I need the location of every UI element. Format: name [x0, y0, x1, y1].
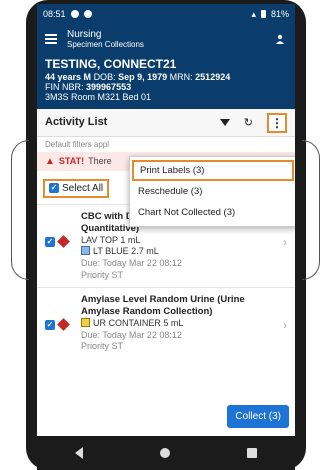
notification-icon: [70, 10, 79, 18]
activity-container: LT BLUE 2.7 mL: [81, 246, 279, 258]
stat-text: There: [88, 156, 112, 167]
home-icon[interactable]: [159, 448, 170, 458]
activity-priority: Priority ST: [81, 269, 124, 280]
select-all-checkbox[interactable]: ✓ Select All: [43, 178, 110, 198]
activity-list-title: Activity List: [45, 116, 108, 129]
activity-priority: Priority ST: [81, 341, 124, 352]
patient-age-sex: 44 years M: [45, 71, 92, 82]
warning-icon: ▲: [45, 155, 55, 167]
default-filters-note: Default filters appl: [45, 139, 110, 149]
chevron-right-icon: ›: [283, 318, 287, 333]
chevron-right-icon: ›: [283, 234, 287, 249]
menu-item-reschedule[interactable]: Reschedule (3): [130, 181, 295, 202]
patient-fin-value: 399967553: [86, 82, 132, 93]
patient-switch-icon[interactable]: [275, 34, 285, 44]
status-bar: 08:51 ▴ 81%: [37, 4, 295, 24]
patient-dob: Sep 9, 1979: [118, 71, 168, 82]
menu-item-chart-not-collected[interactable]: Chart Not Collected (3): [130, 202, 295, 223]
checkbox-checked-icon: ✓: [49, 183, 59, 194]
activity-name: Amylase Level Random Urine (Urine Amylas…: [81, 294, 245, 318]
activity-container: UR CONTAINER 5 mL: [81, 318, 279, 330]
activity-checkbox[interactable]: ✓: [45, 320, 55, 331]
back-icon[interactable]: [75, 447, 84, 459]
app-subtitle: Specimen Collections: [67, 40, 144, 50]
patient-name: TESTING, CONNECT21: [45, 57, 177, 71]
tube-yellow-icon: [81, 318, 90, 328]
device-side-tab-left: [11, 140, 29, 280]
activity-checkbox[interactable]: ✓: [45, 236, 55, 247]
app-section: Nursing: [67, 28, 102, 40]
android-nav-bar: [37, 436, 295, 470]
tube-blue-icon: [81, 246, 90, 256]
fin-label: FIN NBR:: [45, 82, 84, 93]
phone-screen: 08:51 ▴ 81% Nursing Specimen Collections: [37, 4, 295, 436]
collect-button[interactable]: Collect (3): [227, 405, 289, 428]
stat-label: STAT!: [58, 156, 85, 167]
battery-level: 81%: [270, 9, 289, 19]
activity-item[interactable]: ✓ › Amylase Level Random Urine (Urine Am…: [37, 287, 295, 359]
recent-apps-icon[interactable]: [246, 448, 257, 458]
activity-container: LAV TOP 1 mL: [81, 234, 141, 245]
activity-toolbar: Activity List ↻ ⋮: [37, 108, 295, 137]
hamburger-menu-icon[interactable]: [45, 34, 57, 44]
stat-priority-icon: [57, 234, 70, 248]
patient-demographics: 44 years M DOB: Sep 9, 1979 MRN: 2512924: [45, 72, 287, 82]
device-side-tab-right: [302, 140, 320, 280]
select-all-label: Select All: [62, 182, 104, 194]
notification-icon: [83, 10, 92, 18]
dob-label: DOB:: [93, 71, 116, 82]
app-title: Nursing Specimen Collections: [67, 29, 144, 50]
status-time: 08:51: [43, 9, 66, 19]
patient-location: 3M3S Room M321 Bed 01: [45, 92, 152, 103]
activity-due: Due: Today Mar 22 08:12: [81, 329, 182, 340]
battery-icon: [260, 10, 266, 18]
patient-fin: FIN NBR: 399967553: [45, 82, 287, 92]
patient-mrn: 2512924: [195, 71, 231, 82]
menu-item-print-labels[interactable]: Print Labels (3): [132, 160, 294, 181]
page: 08:51 ▴ 81% Nursing Specimen Collections: [0, 0, 331, 470]
app-header: Nursing Specimen Collections: [37, 24, 295, 54]
signal-icon: ▴: [251, 8, 256, 19]
patient-banner: TESTING, CONNECT21 44 years M DOB: Sep 9…: [37, 54, 295, 109]
mrn-label: MRN:: [169, 71, 193, 82]
refresh-icon[interactable]: ↻: [244, 116, 253, 129]
filter-icon[interactable]: [219, 119, 230, 127]
more-options-menu: Print Labels (3) Reschedule (3) Chart No…: [129, 156, 295, 227]
more-options-icon[interactable]: ⋮: [267, 112, 287, 133]
activity-due: Due: Today Mar 22 08:12: [81, 257, 182, 268]
stat-priority-icon: [57, 318, 70, 332]
